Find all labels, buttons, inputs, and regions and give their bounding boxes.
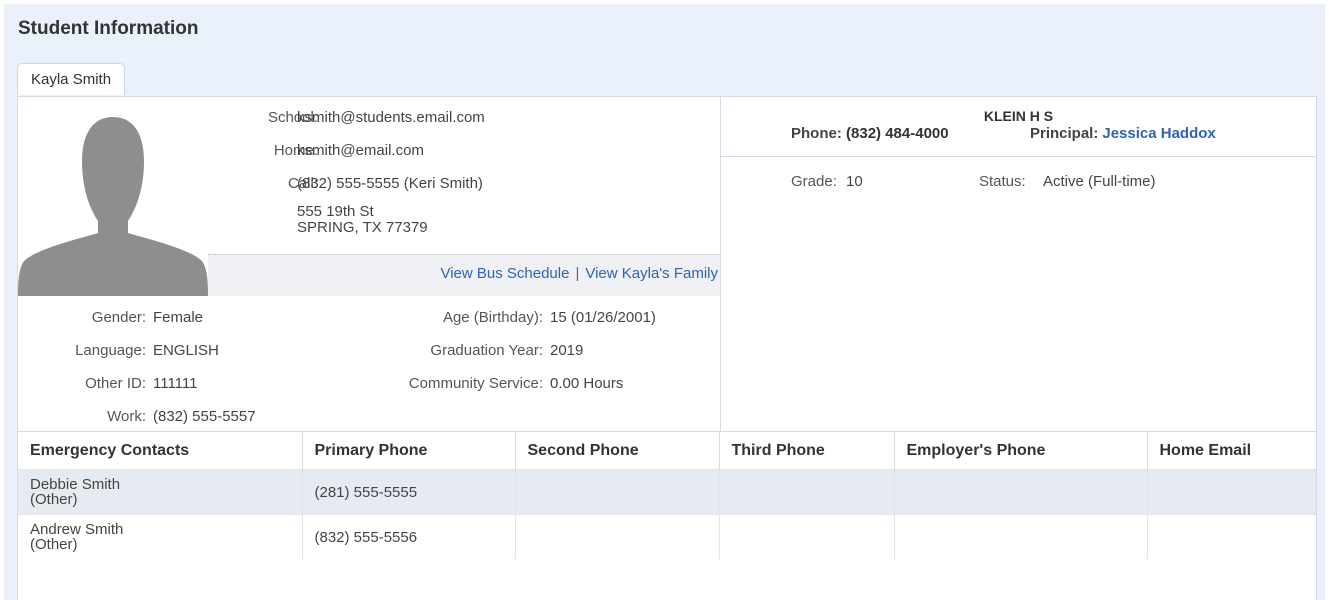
link-separator: | — [575, 265, 580, 282]
header-second-phone: Second Phone — [515, 431, 720, 470]
address-line-1: 555 19th St — [297, 203, 374, 220]
age-value: 15 (01/26/2001) — [550, 309, 656, 326]
other-id-label: Other ID: — [85, 375, 146, 392]
demographics-section: Gender: Female Language: ENGLISH Other I… — [18, 296, 721, 431]
gender-value: Female — [153, 309, 204, 326]
student-information-panel: Student Information Kayla Smith School: … — [4, 4, 1325, 600]
second-phone-cell — [515, 514, 720, 559]
work-label: Work: — [107, 408, 146, 425]
school-phone-value: (832) 484-4000 — [846, 125, 949, 142]
contact-relation: (Other) — [30, 491, 78, 508]
table-header-row: Emergency Contacts Primary Phone Second … — [18, 431, 1316, 470]
school-name: KLEIN H S — [983, 108, 1054, 124]
third-phone-cell — [719, 469, 895, 515]
principal: Principal: Jessica Haddox — [1030, 125, 1216, 142]
status-label: Status: — [979, 173, 1026, 190]
primary-phone-cell: (832) 555-5556 — [302, 514, 516, 559]
home-email-cell — [1147, 514, 1316, 559]
age-label: Age (Birthday): — [442, 309, 543, 326]
third-phone-cell — [719, 514, 895, 559]
grade-label: Grade: — [791, 173, 837, 190]
community-service-label: Community Service: — [408, 375, 543, 392]
school-email-value: ksmith@students.email.com — [297, 109, 485, 126]
employer-phone-cell — [894, 514, 1148, 559]
graduation-year-value: 2019 — [550, 342, 584, 359]
principal-label: Principal: — [1030, 125, 1099, 142]
person-silhouette-icon — [18, 109, 208, 296]
table-row: Debbie Smith (Other) (281) 555-5555 — [18, 469, 1316, 515]
view-bus-schedule-link[interactable]: View Bus Schedule — [440, 265, 569, 282]
community-service-value: 0.00 Hours — [550, 375, 624, 392]
other-id-value: 111111 — [153, 375, 198, 392]
tab-student[interactable]: Kayla Smith — [17, 63, 126, 95]
work-value: (832) 555-5557 — [153, 408, 256, 425]
principal-link[interactable]: Jessica Haddox — [1102, 125, 1215, 142]
student-links-bar: View Bus Schedule | View Kayla's Family — [208, 254, 720, 296]
contact-name-cell: Debbie Smith (Other) — [18, 469, 303, 515]
header-emergency-contacts: Emergency Contacts — [18, 431, 303, 470]
header-employers-phone: Employer's Phone — [894, 431, 1148, 470]
home-email-cell — [1147, 469, 1316, 515]
second-phone-cell — [515, 469, 720, 515]
contact-relation: (Other) — [30, 536, 78, 553]
contact-name: Andrew Smith — [30, 521, 124, 538]
address: 555 19th St SPRING, TX 77379 — [297, 204, 428, 236]
header-primary-phone: Primary Phone — [302, 431, 516, 470]
table-row: Andrew Smith (Other) (832) 555-5556 — [18, 514, 1316, 559]
school-section: KLEIN H S Phone: (832) 484-4000 Principa… — [721, 97, 1316, 431]
employer-phone-cell — [894, 469, 1148, 515]
school-phone-label: Phone: — [791, 125, 842, 142]
call-value: (832) 555-5555 (Keri Smith) — [297, 175, 483, 192]
header-third-phone: Third Phone — [719, 431, 895, 470]
language-value: ENGLISH — [153, 342, 219, 359]
view-family-link[interactable]: View Kayla's Family — [585, 265, 718, 282]
language-label: Language: — [75, 342, 146, 359]
emergency-contacts-table: Emergency Contacts Primary Phone Second … — [18, 431, 1316, 559]
home-email-value: ksmith@email.com — [297, 142, 424, 159]
status-value: Active (Full-time) — [1043, 173, 1156, 190]
address-line-2: SPRING, TX 77379 — [297, 219, 428, 236]
page-title: Student Information — [18, 18, 199, 39]
gender-label: Gender: — [91, 309, 146, 326]
graduation-year-label: Graduation Year: — [430, 342, 543, 359]
contact-name-cell: Andrew Smith (Other) — [18, 514, 303, 559]
grade-value: 10 — [846, 173, 863, 190]
contact-name: Debbie Smith — [30, 476, 121, 493]
contact-section: School: ksmith@students.email.com Home: … — [18, 97, 721, 296]
school-phone: Phone: (832) 484-4000 — [791, 125, 949, 142]
student-content: School: ksmith@students.email.com Home: … — [17, 96, 1317, 600]
school-header: KLEIN H S Phone: (832) 484-4000 Principa… — [721, 97, 1316, 157]
primary-phone-cell: (281) 555-5555 — [302, 469, 516, 515]
header-home-email: Home Email — [1147, 431, 1316, 470]
